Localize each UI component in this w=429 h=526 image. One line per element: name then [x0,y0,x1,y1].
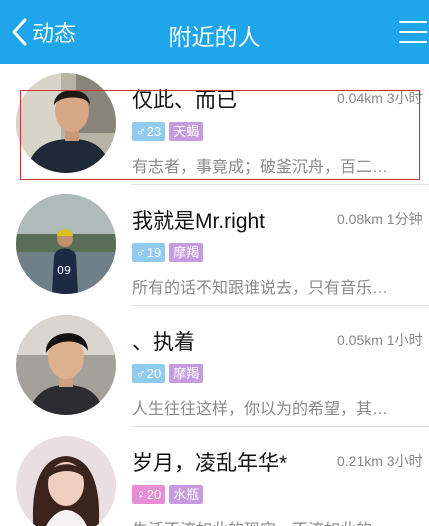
zodiac-badge: 摩羯 [169,243,204,262]
age: 19 [146,245,162,260]
gender-age-badge: ♂ 19 [132,243,166,262]
nearby-people-list: 仅此、而已 0.04km 3小时 ♂ 23 天蝎 有志者，事竟成；破釜沉舟，百二… [0,64,429,526]
zodiac-badge: 水瓶 [169,485,204,504]
status-snippet: 生活不流如此的现实，不流如此的… [132,516,424,526]
distance-time: 0.21km 3小时 [337,453,423,469]
badges: ♂ 23 天蝎 [132,122,204,141]
distance-time: 0.05km 1小时 [337,332,423,348]
list-item[interactable]: 仅此、而已 0.04km 3小时 ♂ 23 天蝎 有志者，事竟成；破釜沉舟，百二… [0,64,429,185]
avatar [16,315,116,415]
person-name: 我就是Mr.right [132,210,266,233]
zodiac-badge: 摩羯 [169,364,204,383]
distance-time: 0.04km 3小时 [337,90,423,106]
age: 20 [146,487,162,502]
list-item[interactable]: 岁月，凌乱年华* 0.21km 3小时 ♀ 20 水瓶 生活不流如此的现实，不流… [0,427,429,526]
zodiac-badge: 天蝎 [169,122,204,141]
svg-text:09: 09 [57,264,71,277]
gender-age-badge: ♀ 20 [132,485,166,504]
male-icon: ♂ [136,366,146,381]
list-item[interactable]: 、执着 0.05km 1小时 ♂ 20 摩羯 人生往往这样，你以为的希望，其… [0,306,429,427]
list-item[interactable]: 09 我就是Mr.right 0.08km 1分钟 ♂ 19 摩羯 所有的话不知… [0,185,429,306]
gender-age-badge: ♂ 20 [132,364,166,383]
gender-age-badge: ♂ 23 [132,122,166,141]
age: 20 [146,366,162,381]
male-icon: ♂ [136,124,146,139]
person-name: 、执着 [132,331,195,354]
person-name: 岁月，凌乱年华* [132,452,288,475]
distance-time: 0.08km 1分钟 [337,211,423,227]
avatar: 09 [16,194,116,294]
status-snippet: 人生往往这样，你以为的希望，其… [132,401,389,418]
header-bar: 动态 附近的人 [0,0,429,64]
page-title: 附近的人 [168,24,261,50]
avatar [16,73,116,173]
avatar [16,436,116,526]
male-icon: ♂ [136,245,146,260]
badges: ♀ 20 水瓶 [132,485,204,504]
person-name: 仅此、而已 [132,89,237,112]
badges: ♂ 19 摩羯 [132,243,204,262]
female-icon: ♀ [136,487,146,502]
status-snippet: 所有的话不知跟谁说去，只有音乐… [132,280,389,297]
age: 23 [146,124,162,139]
status-snippet: 有志者，事竟成；破釜沉舟，百二… [132,159,389,176]
menu-icon[interactable] [399,18,427,46]
badges: ♂ 20 摩羯 [132,364,204,383]
